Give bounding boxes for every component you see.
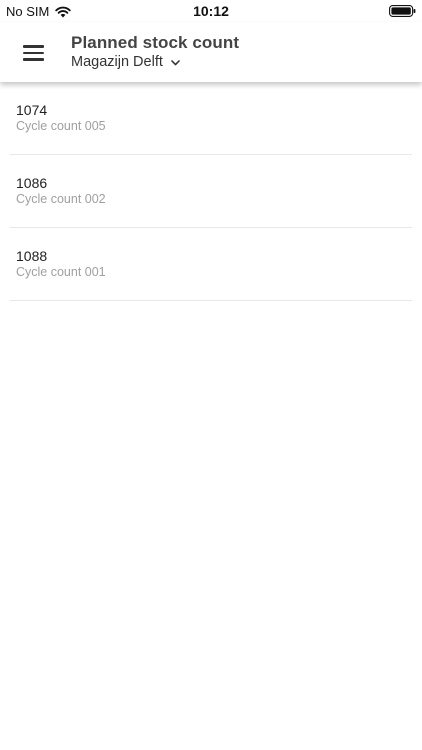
- count-name: Cycle count 001: [16, 265, 106, 279]
- page-title: Planned stock count: [71, 33, 240, 52]
- chevron-down-icon: [171, 59, 180, 65]
- status-time: 10:12: [193, 3, 229, 19]
- location-label: Magazijn Delft: [71, 54, 163, 70]
- count-name: Cycle count 005: [16, 119, 106, 133]
- count-number: 1088: [16, 248, 48, 264]
- count-number: 1086: [16, 175, 48, 191]
- list-item[interactable]: 1074 Cycle count 005: [10, 82, 412, 155]
- stock-count-list: 1074 Cycle count 005 1086 Cycle count 00…: [10, 82, 412, 301]
- menu-icon: [22, 45, 44, 61]
- app-header: Planned stock count Magazijn Delft: [0, 22, 422, 82]
- count-number: 1074: [16, 102, 48, 118]
- battery-icon: [389, 5, 416, 17]
- app-screen: No SIM 10:12 Planned stock count Magazij…: [0, 0, 422, 750]
- location-selector[interactable]: Magazijn Delft: [71, 53, 239, 71]
- status-bar: No SIM 10:12: [0, 0, 422, 22]
- count-name: Cycle count 002: [16, 192, 106, 206]
- list-item[interactable]: 1086 Cycle count 002: [10, 155, 412, 228]
- list-item[interactable]: 1088 Cycle count 001: [10, 228, 412, 301]
- header-text: Planned stock count Magazijn Delft: [71, 33, 239, 71]
- menu-button[interactable]: [12, 32, 54, 74]
